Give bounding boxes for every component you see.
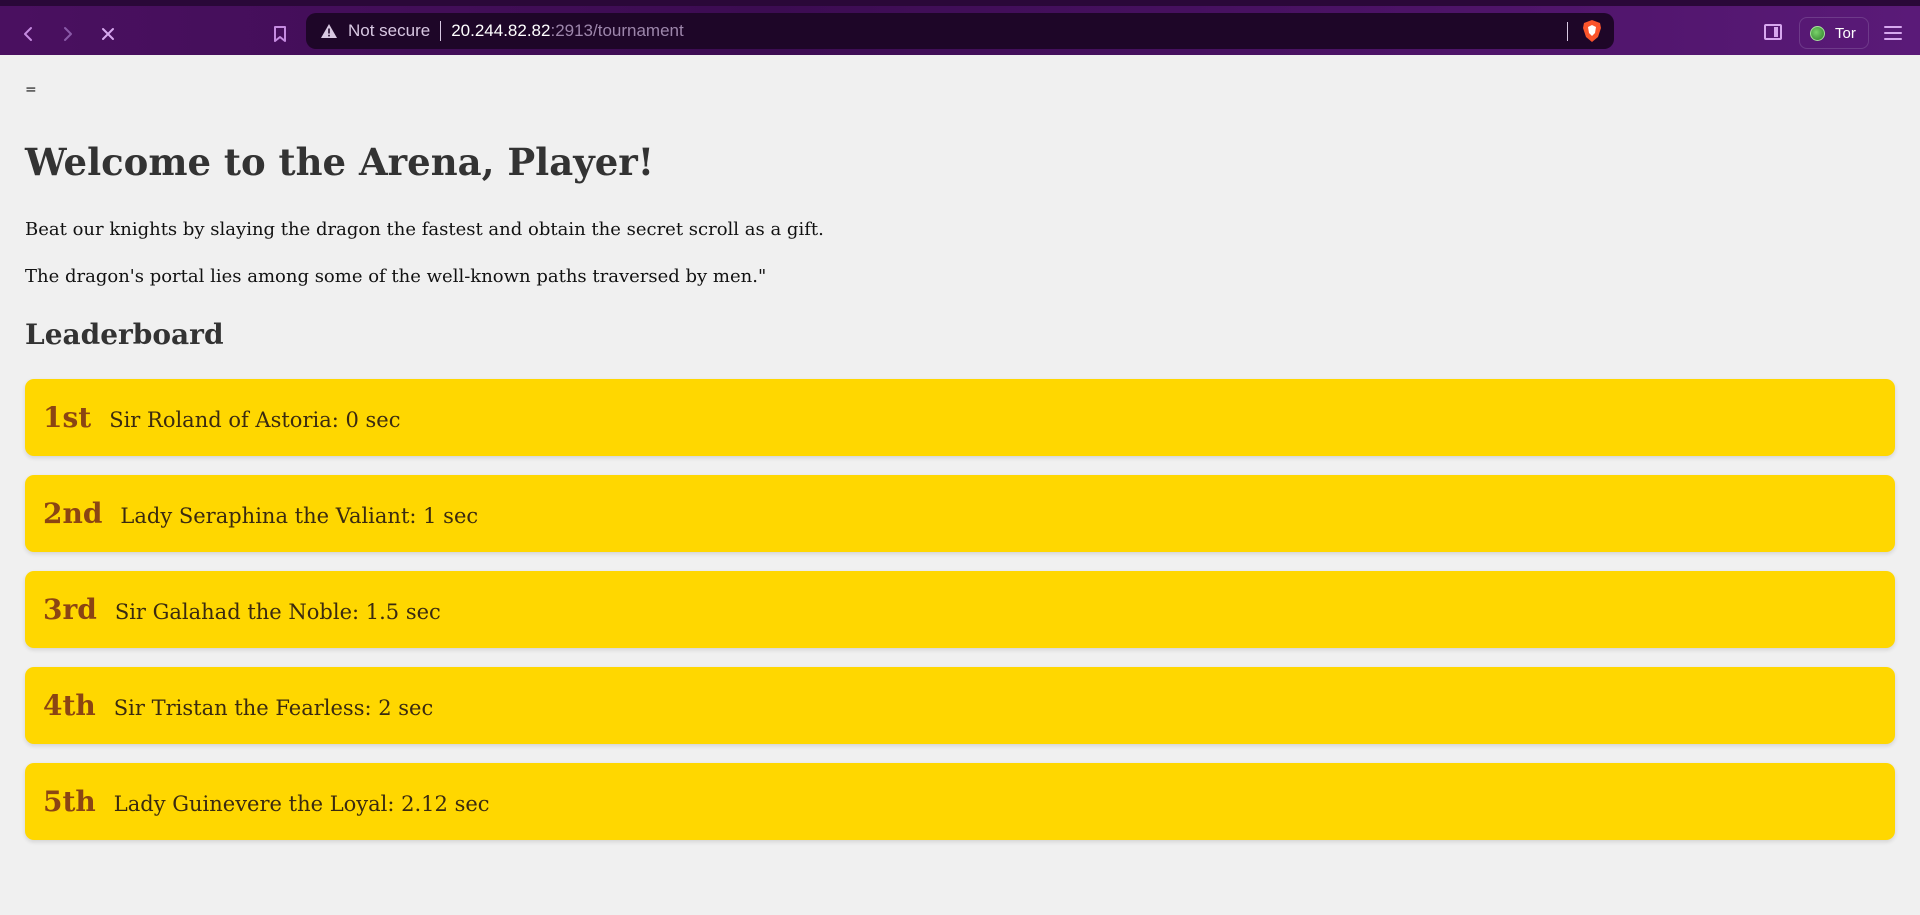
address-bar[interactable]: Not secure 20.244.82.82:2913/tournament	[306, 13, 1614, 49]
tor-window-button[interactable]: Tor	[1799, 17, 1869, 49]
tor-label: Tor	[1835, 24, 1856, 42]
leaderboard-entry: Sir Roland of Astoria: 0 sec	[109, 407, 401, 432]
leaderboard-row: 1st Sir Roland of Astoria: 0 sec	[25, 379, 1895, 456]
menu-icon[interactable]	[1884, 26, 1902, 40]
warning-icon[interactable]	[320, 22, 338, 40]
url-path: :2913/tournament	[550, 21, 684, 40]
leaderboard-row: 2nd Lady Seraphina the Valiant: 1 sec	[25, 475, 1895, 552]
tor-icon	[1810, 25, 1825, 41]
leaderboard-entry: Sir Tristan the Fearless: 2 sec	[113, 695, 434, 720]
leaderboard-rank: 5th	[43, 785, 96, 818]
stray-text: =	[25, 82, 37, 98]
leaderboard-row: 4th Sir Tristan the Fearless: 2 sec	[25, 667, 1895, 744]
bookmark-icon[interactable]	[266, 20, 294, 48]
leaderboard-entry: Lady Guinevere the Loyal: 2.12 sec	[113, 791, 490, 816]
url-divider	[440, 21, 442, 41]
url-host: 20.244.82.82	[451, 21, 551, 40]
leaderboard-rank: 1st	[43, 401, 92, 434]
brave-shields-icon[interactable]	[1580, 19, 1604, 43]
browser-toolbar: Not secure 20.244.82.82:2913/tournament …	[0, 0, 1920, 55]
forward-icon[interactable]	[54, 20, 82, 48]
leaderboard-rank: 3rd	[43, 593, 97, 626]
text-cursor	[1567, 22, 1568, 41]
leaderboard-rank: 2nd	[43, 497, 103, 530]
sidebar-icon[interactable]	[1764, 24, 1782, 40]
leaderboard-rank: 4th	[43, 689, 96, 722]
leaderboard-row: 5th Lady Guinevere the Loyal: 2.12 sec	[25, 763, 1895, 840]
leaderboard-list: 1st Sir Roland of Astoria: 0 sec 2nd Lad…	[25, 379, 1895, 859]
leaderboard-row: 3rd Sir Galahad the Noble: 1.5 sec	[25, 571, 1895, 648]
intro-text: Beat our knights by slaying the dragon t…	[25, 219, 824, 240]
leaderboard-entry: Lady Seraphina the Valiant: 1 sec	[120, 503, 479, 528]
leaderboard-title: Leaderboard	[25, 318, 224, 351]
back-icon[interactable]	[14, 20, 42, 48]
security-status[interactable]: Not secure	[348, 21, 430, 41]
page-title: Welcome to the Arena, Player!	[25, 140, 654, 184]
leaderboard-entry: Sir Galahad the Noble: 1.5 sec	[114, 599, 441, 624]
hint-text: The dragon's portal lies among some of t…	[25, 266, 767, 287]
page-content: = Welcome to the Arena, Player! Beat our…	[0, 55, 1920, 915]
stop-loading-icon[interactable]	[94, 20, 122, 48]
